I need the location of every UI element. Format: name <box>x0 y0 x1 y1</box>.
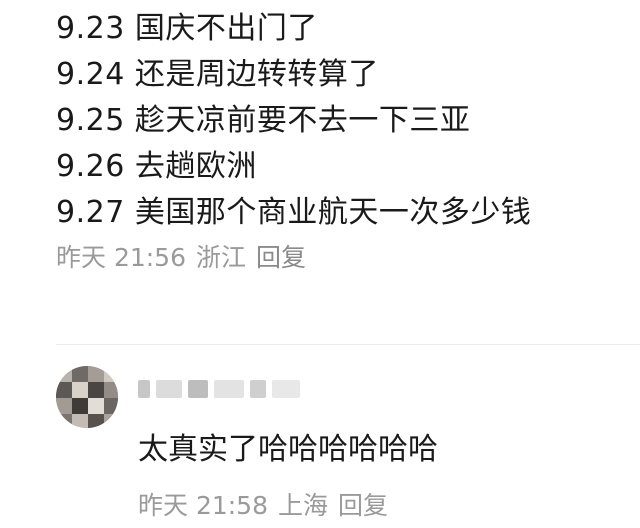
divider <box>56 344 640 345</box>
reply-time: 昨天 21:58 <box>138 491 268 520</box>
reply-location: 上海 <box>278 491 329 520</box>
comment-line: 9.24 还是周边转转算了 <box>56 57 379 92</box>
reply-text: 太真实了哈哈哈哈哈哈 <box>138 432 438 467</box>
comment-location: 浙江 <box>196 243 247 272</box>
comment-time: 昨天 21:56 <box>56 243 186 272</box>
comment-line: 9.26 去趟欧洲 <box>56 149 257 184</box>
comment: 9.23 国庆不出门了 9.24 还是周边转转算了 9.25 趁天凉前要不去一下… <box>56 6 626 276</box>
comment-reply-button[interactable]: 回复 <box>256 243 306 272</box>
reply-reply-button[interactable]: 回复 <box>338 491 388 520</box>
avatar[interactable] <box>56 366 118 428</box>
comment-meta: 昨天 21:56 浙江 回复 <box>56 240 626 276</box>
username-blurred[interactable] <box>138 376 338 402</box>
reply-meta: 昨天 21:58 上海 回复 <box>138 488 398 524</box>
comment-line: 9.27 美国那个商业航天一次多少钱 <box>56 195 532 230</box>
comment-line: 9.23 国庆不出门了 <box>56 11 318 46</box>
comment-line: 9.25 趁天凉前要不去一下三亚 <box>56 103 471 138</box>
